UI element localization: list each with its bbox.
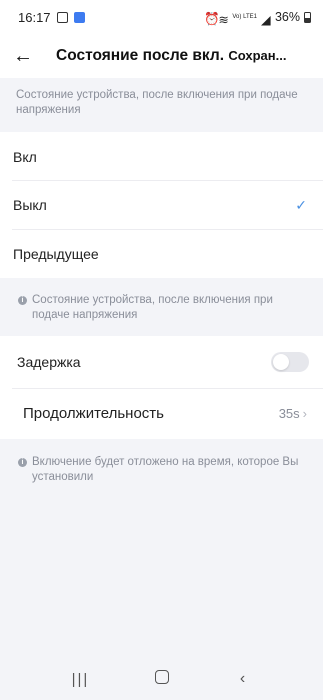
alarm-icon: ⏰ <box>204 12 220 26</box>
battery-icon <box>304 11 311 23</box>
option-off[interactable]: Выкл ✓ <box>0 181 323 229</box>
chevron-right-icon: › <box>302 405 307 421</box>
network-label: Vo) LTE1 <box>232 14 257 20</box>
arrow-left-icon: ← <box>13 44 33 67</box>
power-state-note-text: Состояние устройства, после включения пр… <box>32 294 273 321</box>
app-notification-icon <box>73 11 85 23</box>
toggle-knob <box>273 354 289 370</box>
save-button[interactable]: Сохран... <box>228 48 286 63</box>
delay-toggle[interactable] <box>271 352 309 372</box>
duration-label: Продолжительность <box>23 404 164 422</box>
option-on[interactable]: Вкл <box>0 133 323 181</box>
delay-row: Задержка <box>0 338 323 386</box>
duration-value: 35s <box>278 405 300 421</box>
home-icon <box>154 669 169 684</box>
option-previous[interactable]: Предыдущее <box>0 230 323 278</box>
wifi-icon: ≋ <box>218 13 229 27</box>
info-icon: i <box>18 296 27 305</box>
option-on-label: Вкл <box>13 149 37 165</box>
option-previous-label: Предыдущее <box>13 246 99 262</box>
app-header: ← Состояние после вкл. Сохран... <box>0 34 323 78</box>
status-right: ⏰ ≋ Vo) LTE1 ◢ 36% <box>204 10 311 27</box>
duration-row[interactable]: Продолжительность 35s › <box>0 389 323 437</box>
option-off-label: Выкл <box>13 197 47 213</box>
delay-label: Задержка <box>17 354 81 370</box>
checkmark-icon: ✓ <box>295 196 307 213</box>
battery-percent: 36% <box>274 10 300 24</box>
back-nav-button[interactable]: ‹ <box>223 670 263 688</box>
delay-note-text: Включение будет отложено на время, котор… <box>32 456 299 483</box>
delay-card: Задержка Продолжительность 35s › <box>0 336 323 439</box>
gallery-notification-icon <box>56 11 68 23</box>
status-bar: 16:17 ⏰ ≋ Vo) LTE1 ◢ 36% <box>0 0 323 34</box>
recent-apps-button[interactable]: ||| <box>61 671 101 688</box>
home-button[interactable] <box>142 669 182 689</box>
info-icon: i <box>18 458 27 467</box>
signal-icon: ◢ <box>260 13 271 27</box>
delay-note: i Включение будет отложено на время, кот… <box>0 455 323 485</box>
duration-value-wrap: 35s › <box>279 406 307 421</box>
back-button[interactable]: ← <box>0 34 46 78</box>
power-state-note: i Состояние устройства, после включения … <box>0 293 323 323</box>
page-title: Состояние после вкл. Сохран... <box>56 47 287 64</box>
system-nav-bar: ||| ‹ <box>0 658 323 700</box>
status-time: 16:17 <box>18 9 51 25</box>
status-left: 16:17 <box>18 10 85 25</box>
power-on-options-card: Вкл Выкл ✓ Предыдущее <box>0 132 323 278</box>
power-on-note: Состояние устройства, после включения пр… <box>16 89 298 116</box>
